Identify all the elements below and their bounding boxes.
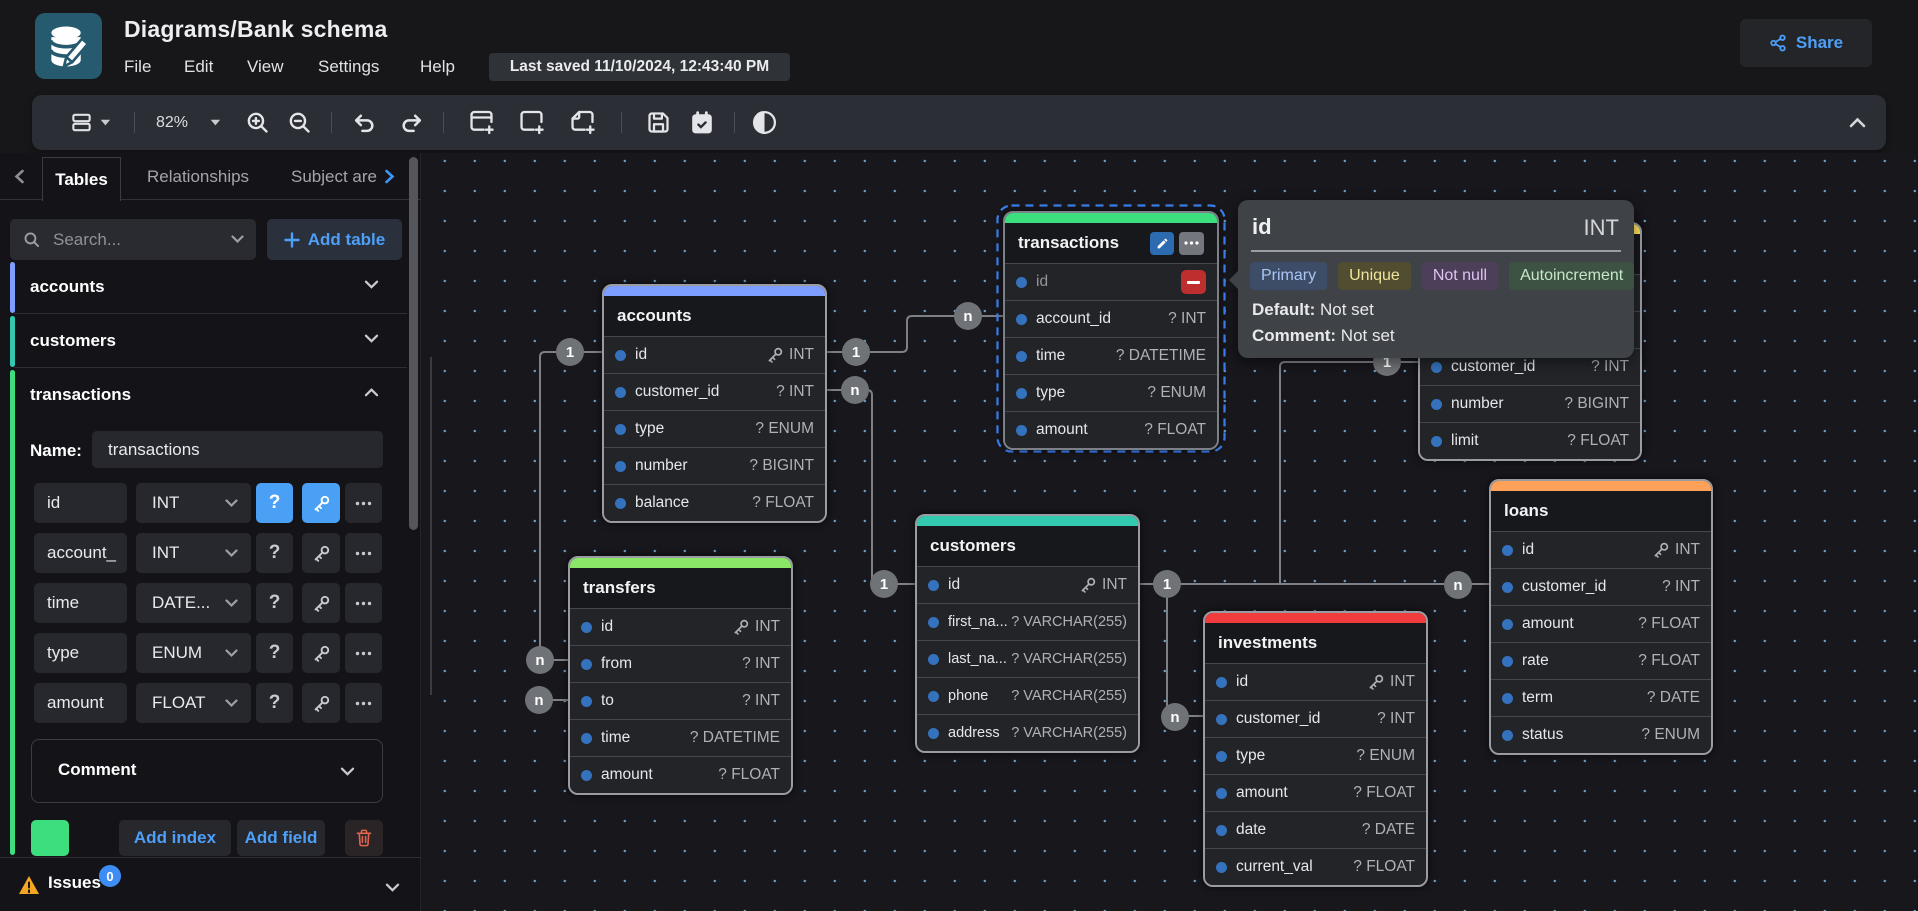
- svg-text:n: n: [1453, 577, 1462, 594]
- svg-text:n: n: [535, 652, 544, 669]
- svg-text:n: n: [534, 692, 543, 709]
- svg-text:1: 1: [852, 344, 860, 361]
- svg-text:n: n: [850, 382, 859, 399]
- svg-text:1: 1: [566, 344, 574, 361]
- svg-text:1: 1: [1163, 576, 1171, 593]
- svg-text:1: 1: [880, 576, 888, 593]
- svg-text:n: n: [963, 308, 972, 325]
- svg-text:n: n: [1170, 709, 1179, 726]
